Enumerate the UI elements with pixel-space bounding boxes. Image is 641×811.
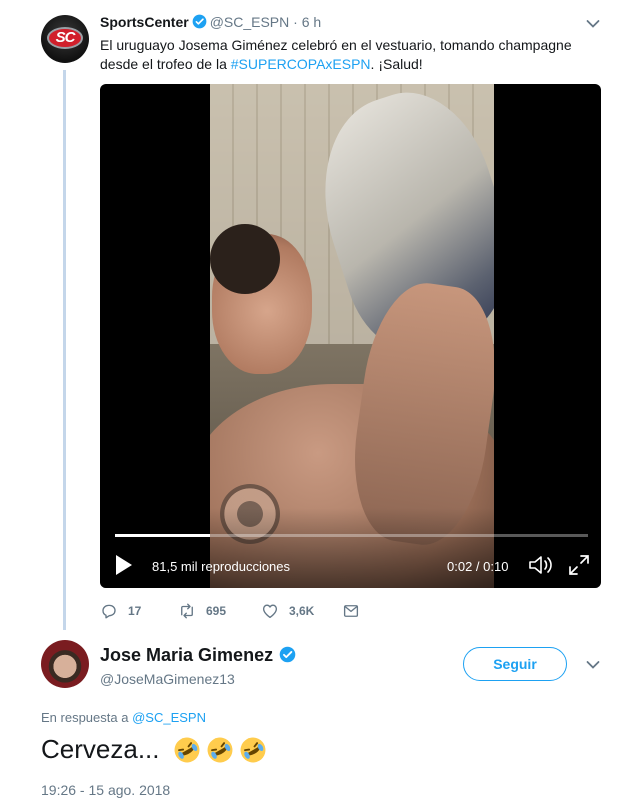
tweet-text: El uruguayo Josema Giménez celebró en el…	[100, 36, 600, 74]
reply-text-body: Cerveza...	[41, 734, 160, 764]
message-action[interactable]	[342, 600, 370, 622]
chevron-down-icon[interactable]	[586, 19, 600, 29]
tweet-text-end: . ¡Salud!	[370, 56, 423, 72]
retweet-count: 695	[206, 604, 227, 618]
rolling-on-the-floor-laughing-icon	[174, 737, 199, 762]
video-player[interactable]: 81,5 mil reproducciones 0:02 / 0:10	[100, 84, 601, 588]
author-name[interactable]: Jose Maria Gimenez	[100, 645, 273, 665]
reply-count: 17	[128, 604, 142, 618]
fullscreen-icon[interactable]	[568, 554, 590, 576]
author-handle[interactable]: @JoseMaGimenez13	[100, 671, 235, 687]
reply-text: Cerveza...	[41, 734, 267, 765]
like-action[interactable]: 3,6K	[261, 600, 314, 622]
original-tweet[interactable]: SC SportsCenter @SC_ESPN · 6 h El uruguay…	[0, 0, 641, 636]
verified-badge-icon	[279, 646, 296, 663]
rolling-on-the-floor-laughing-icon	[207, 737, 232, 762]
video-progress-bar[interactable]	[115, 534, 588, 537]
tweet-time[interactable]: 6 h	[302, 14, 321, 30]
like-count: 3,6K	[289, 604, 315, 618]
avatar[interactable]: SC	[41, 15, 89, 63]
separator-dot: ·	[293, 14, 298, 30]
reply-icon	[102, 604, 116, 619]
video-progress-fill	[115, 534, 210, 537]
tweet-actions: 17 695 3,6K	[100, 600, 380, 622]
in-reply-prefix: En respuesta a	[41, 710, 129, 725]
author-name[interactable]: SportsCenter	[100, 14, 189, 30]
view-count: 81,5 mil reproducciones	[152, 559, 291, 574]
tweet-timestamp[interactable]: 19:26 - 15 ago. 2018	[41, 782, 170, 798]
mention-link[interactable]: @SC_ESPN	[132, 710, 206, 725]
rolling-on-the-floor-laughing-icon	[240, 737, 265, 762]
hashtag-link[interactable]: #SUPERCOPAxESPN	[231, 56, 371, 72]
heart-icon	[262, 604, 278, 619]
chevron-down-icon[interactable]	[586, 660, 600, 670]
verified-badge-icon	[192, 14, 207, 29]
reply-action[interactable]: 17	[100, 600, 141, 622]
author-name-line: Jose Maria Gimenez	[100, 645, 299, 666]
follow-button[interactable]: Seguir	[463, 647, 567, 681]
sportscenter-logo: SC	[47, 27, 83, 49]
reply-tweet[interactable]: Jose Maria Gimenez @JoseMaGimenez13 Segu…	[0, 636, 641, 811]
retweet-icon	[181, 603, 193, 619]
play-icon[interactable]	[115, 554, 133, 576]
video-time: 0:02 / 0:10	[447, 559, 509, 574]
avatar[interactable]	[41, 640, 89, 688]
tweet-header: SportsCenter @SC_ESPN · 6 h	[100, 14, 321, 30]
in-reply-to: En respuesta a @SC_ESPN	[41, 710, 206, 725]
volume-icon[interactable]	[528, 554, 554, 576]
retweet-action[interactable]: 695	[178, 600, 226, 622]
author-handle[interactable]: @SC_ESPN	[210, 14, 290, 30]
emoji-row	[168, 736, 267, 764]
envelope-icon	[343, 605, 359, 617]
